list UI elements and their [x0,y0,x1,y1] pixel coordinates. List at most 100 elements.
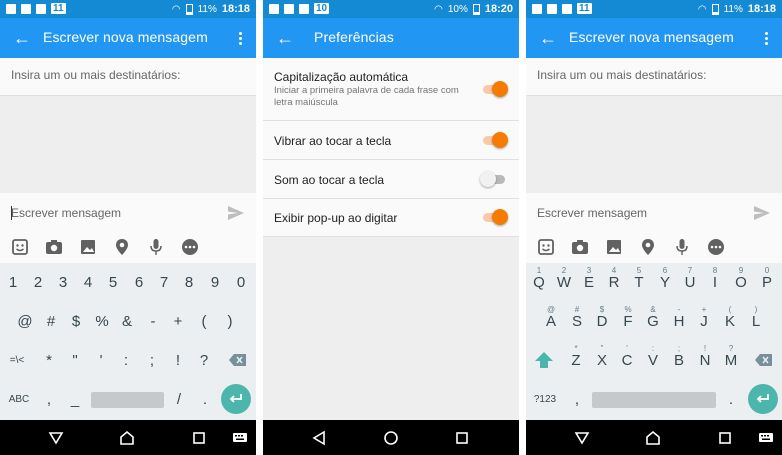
backspace-icon[interactable] [755,354,772,366]
key[interactable]: : [115,341,137,379]
key[interactable]: 6Y [654,263,676,301]
key[interactable]: $ [65,302,87,340]
key[interactable]: @ [14,302,36,340]
back-triangle-icon[interactable] [311,430,327,446]
key[interactable]: -H [668,302,690,340]
toggle-switch-on[interactable] [483,209,508,225]
key[interactable]: @ A [540,302,562,340]
key[interactable]: " X [591,341,613,379]
image-icon[interactable] [79,238,97,256]
overflow-menu-icon[interactable] [758,26,774,50]
key[interactable]: % [91,302,113,340]
recents-icon[interactable] [454,430,470,446]
recipient-input[interactable] [537,68,767,82]
microphone-icon[interactable] [147,238,165,256]
camera-icon[interactable] [45,238,63,256]
symbols-key[interactable]: ?123 [530,380,560,418]
send-icon[interactable] [228,206,244,220]
key[interactable]: 2W [553,263,575,301]
key[interactable]: , [38,380,60,418]
key[interactable]: _ [64,380,86,418]
key[interactable]: 9 [204,263,226,301]
shift-icon[interactable] [534,351,554,369]
key[interactable]: ( [193,302,215,340]
key[interactable]: # S [566,302,588,340]
location-icon[interactable] [639,238,657,256]
key[interactable]: & [116,302,138,340]
home-icon[interactable] [383,430,399,446]
key[interactable]: 0 [230,263,252,301]
key[interactable]: ; [141,341,163,379]
key[interactable]: ' [90,341,112,379]
key[interactable]: - [142,302,164,340]
space-key[interactable] [91,392,164,408]
symbols-page-key[interactable]: =\< [2,341,32,379]
overflow-menu-icon[interactable] [232,26,248,50]
key[interactable]: 8I [704,263,726,301]
key[interactable]: 9O [730,263,752,301]
recipient-input[interactable] [11,68,241,82]
key[interactable]: & G [642,302,664,340]
key[interactable]: 2 [27,263,49,301]
recents-icon[interactable] [717,430,733,446]
camera-icon[interactable] [571,238,589,256]
toggle-switch-on[interactable] [483,81,508,97]
key[interactable]: / [168,380,190,418]
key[interactable]: 3E [578,263,600,301]
key[interactable]: . [194,380,216,418]
key[interactable]: ; B [668,341,690,379]
enter-key[interactable] [748,384,778,414]
backspace-icon[interactable] [229,354,246,366]
toggle-switch-off[interactable] [480,171,505,187]
back-arrow-icon[interactable]: ← [536,26,560,50]
key[interactable]: 5T [628,263,650,301]
home-icon[interactable] [645,430,661,446]
key[interactable]: (K [719,302,741,340]
key[interactable]: ' C [616,341,638,379]
key[interactable]: " [64,341,86,379]
key[interactable]: . [720,380,742,418]
key[interactable]: * [38,341,60,379]
keyboard-switch-icon[interactable] [758,430,774,446]
key[interactable]: 7 [153,263,175,301]
message-input[interactable] [11,206,211,220]
key[interactable]: ) L [745,302,767,340]
key[interactable]: * Z [565,341,587,379]
location-icon[interactable] [113,238,131,256]
key[interactable]: 4R [603,263,625,301]
enter-key[interactable] [221,384,251,414]
abc-key[interactable]: ABC [4,380,34,418]
key[interactable]: 7U [679,263,701,301]
key[interactable]: ! N [694,341,716,379]
message-input[interactable] [537,206,737,220]
key[interactable]: + [167,302,189,340]
back-arrow-icon[interactable]: ← [273,26,297,50]
pref-sound-on-keypress[interactable]: Som ao tocar a tecla [263,160,519,199]
pref-popup-on-keypress[interactable]: Exibir pop-up ao digitar [263,199,519,237]
key[interactable]: 6 [128,263,150,301]
image-icon[interactable] [605,238,623,256]
key[interactable]: 1 [2,263,24,301]
back-arrow-icon[interactable]: ← [10,26,34,50]
keyboard-switch-icon[interactable] [232,430,248,446]
toggle-switch-on[interactable] [483,132,508,148]
key[interactable]: + J [693,302,715,340]
key[interactable]: ! [167,341,189,379]
key[interactable]: # [40,302,62,340]
more-circle-icon[interactable] [707,238,725,256]
key[interactable]: 4 [77,263,99,301]
send-icon[interactable] [754,206,770,220]
sticker-icon[interactable] [11,238,29,256]
key[interactable]: ? M [720,341,742,379]
pref-vibrate-on-keypress[interactable]: Vibrar ao tocar a tecla [263,121,519,160]
home-icon[interactable] [119,430,135,446]
key[interactable]: 5 [102,263,124,301]
key[interactable]: 0P [756,263,778,301]
key[interactable]: 8 [178,263,200,301]
key[interactable]: 1Q [528,263,550,301]
back-triangle-icon[interactable] [48,430,64,446]
key[interactable]: ) [219,302,241,340]
microphone-icon[interactable] [673,238,691,256]
key[interactable]: % F [617,302,639,340]
key[interactable]: $ D [591,302,613,340]
